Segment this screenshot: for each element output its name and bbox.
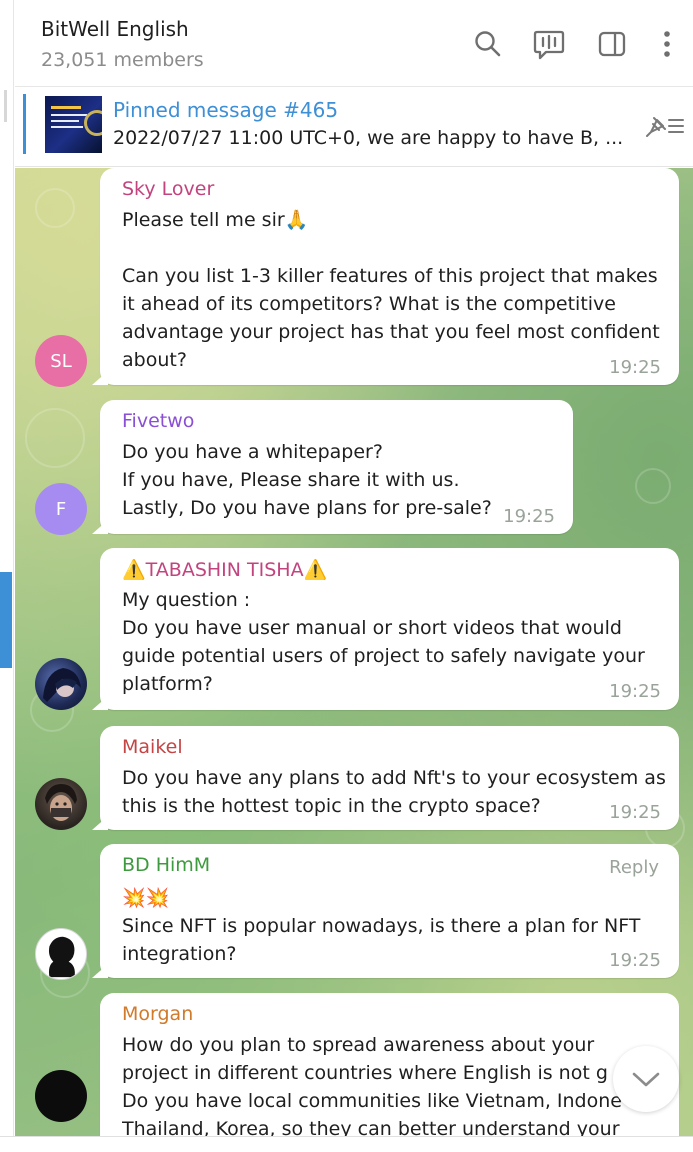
message-time: 19:25	[609, 357, 661, 378]
more-button[interactable]	[649, 26, 685, 62]
sidebar-toggle-icon	[598, 31, 626, 57]
message-text: Please tell me sir🙏	[122, 209, 309, 231]
pinned-list-button[interactable]	[643, 112, 689, 140]
message-text: Can you list 1-3 killer features of this…	[122, 265, 660, 371]
avatar[interactable]: F	[35, 483, 87, 535]
message-text: Do you have a whitepaper? If you have, P…	[122, 441, 492, 519]
avatar-image	[45, 784, 77, 821]
avatar[interactable]: SL	[35, 335, 87, 387]
avatar-initials: F	[55, 498, 67, 520]
avatar-initials: SL	[50, 350, 72, 372]
message-bubble: Morgan How do you plan to spread awarene…	[100, 993, 679, 1152]
search-button[interactable]	[470, 26, 506, 62]
search-icon	[475, 31, 501, 57]
sender-name[interactable]: Morgan	[122, 1003, 193, 1025]
avatar[interactable]	[35, 928, 87, 980]
live-chat-icon	[533, 30, 565, 60]
message-text: Since NFT is popular nowadays, is there …	[122, 915, 641, 965]
message-time: 19:25	[609, 802, 661, 823]
sender-name[interactable]: ⚠️TABASHIN TISHA⚠️	[122, 558, 327, 581]
scroll-down-button[interactable]	[613, 1046, 679, 1112]
message-bubble: Sky Lover Please tell me sir🙏 Can you li…	[92, 168, 679, 385]
avatar[interactable]	[35, 1070, 87, 1122]
message-time: 19:25	[609, 950, 661, 971]
more-vertical-icon	[664, 31, 670, 57]
pinned-title: Pinned message #465	[113, 98, 339, 122]
chat-list-edge	[0, 0, 14, 1152]
message-bubble: Maikel Do you have any plans to add Nft'…	[92, 726, 679, 830]
message-time: 19:25	[609, 681, 661, 702]
pinned-text: 2022/07/27 11:00 UTC+0, we are happy to …	[113, 127, 624, 149]
message-text: Do you have any plans to add Nft's to yo…	[122, 767, 666, 817]
composer-edge	[0, 1136, 693, 1152]
message-bubble: Fivetwo Do you have a whitepaper? If you…	[92, 400, 573, 534]
avatar-image	[43, 668, 81, 702]
sender-name[interactable]: Sky Lover	[122, 178, 214, 200]
scroll-tick	[4, 90, 7, 122]
pin-list-icon	[646, 117, 684, 137]
sender-name[interactable]: Fivetwo	[122, 410, 194, 432]
reply-button[interactable]: Reply	[609, 857, 659, 878]
pinned-thumbnail	[45, 96, 102, 153]
active-chat-indicator	[0, 572, 12, 668]
member-count: 23,051 members	[41, 49, 204, 71]
live-chat-button[interactable]	[531, 26, 567, 62]
sidebar-toggle-button[interactable]	[594, 26, 630, 62]
message-time: 19:25	[503, 506, 555, 527]
avatar[interactable]	[35, 658, 87, 710]
chevron-down-icon	[632, 1072, 660, 1087]
sender-name[interactable]: BD HimM	[122, 854, 210, 876]
message-bubble: BD HimM Reply 💥💥 Since NFT is popular no…	[92, 844, 679, 978]
pinned-indicator	[23, 94, 26, 154]
avatar-image	[48, 936, 75, 978]
message-text: How do you plan to spread awareness abou…	[122, 1034, 622, 1140]
emoji-line: 💥💥	[122, 887, 170, 909]
avatar[interactable]	[35, 778, 87, 830]
pinned-message-bar[interactable]: Pinned message #465 2022/07/27 11:00 UTC…	[15, 88, 693, 167]
chat-header: BitWell English 23,051 members	[15, 0, 693, 87]
chat-title[interactable]: BitWell English	[41, 17, 189, 41]
message-text: My question : Do you have user manual or…	[122, 589, 645, 695]
sender-name[interactable]: Maikel	[122, 736, 183, 758]
message-bubble: ⚠️TABASHIN TISHA⚠️ My question : Do you …	[92, 548, 679, 710]
